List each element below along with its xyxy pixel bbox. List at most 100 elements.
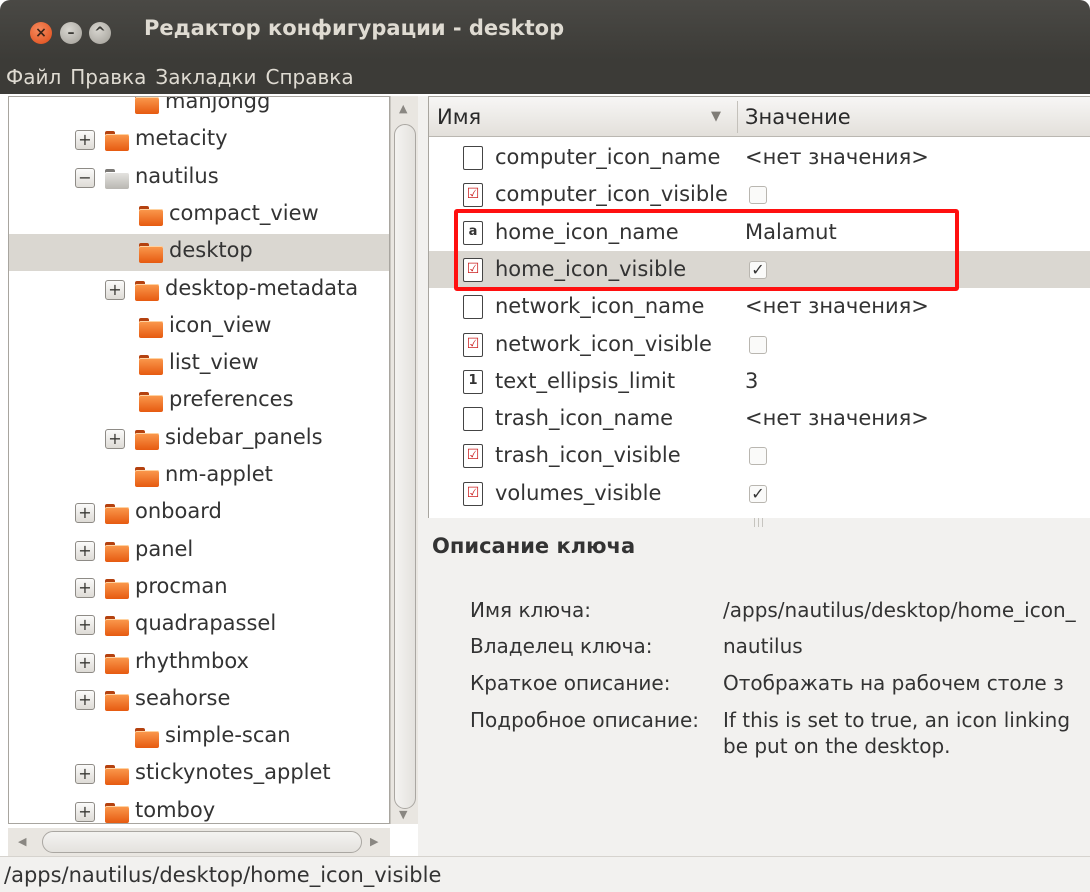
- string-key-icon: [463, 295, 483, 320]
- key-name: computer_icon_visible: [495, 182, 728, 207]
- expand-icon[interactable]: +: [105, 279, 125, 300]
- tree-item-seahorse[interactable]: + seahorse: [9, 682, 389, 719]
- menu-edit[interactable]: Правка: [70, 65, 146, 89]
- pane-splitter[interactable]: [418, 96, 428, 856]
- tree-item-tomboy[interactable]: + tomboy: [9, 794, 389, 823]
- tree-horizontal-scroll-thumb[interactable]: [42, 831, 362, 853]
- collapse-icon[interactable]: −: [75, 167, 95, 188]
- tree-item-desktop[interactable]: desktop: [9, 234, 389, 272]
- key-value[interactable]: <нет значения>: [745, 145, 929, 169]
- key-row-volumes_visible[interactable]: ☑ volumes_visible ✓: [429, 475, 1090, 512]
- key-row-trash_icon_visible[interactable]: ☑ trash_icon_visible: [429, 437, 1090, 474]
- tree-item-simple-scan[interactable]: simple-scan: [9, 719, 389, 756]
- folder-icon: [135, 467, 159, 487]
- tree-item-compact_view[interactable]: compact_view: [9, 197, 389, 234]
- folder-icon: [105, 168, 129, 189]
- menu-help[interactable]: Справка: [266, 65, 354, 89]
- tree-item-stickynotes_applet[interactable]: + stickynotes_applet: [9, 756, 389, 793]
- long-description-value-line1: If this is set to true, an icon linking: [723, 708, 1071, 732]
- tree-item-label: stickynotes_applet: [135, 760, 331, 785]
- tree-vertical-scroll-thumb[interactable]: [394, 124, 416, 809]
- tree-vertical-scrollbar[interactable]: ▲ ▼: [390, 96, 418, 824]
- folder-icon: [105, 578, 129, 599]
- tree-item-label: nm-applet: [165, 462, 273, 486]
- folder-icon: [139, 243, 163, 264]
- key-value-checkbox[interactable]: ✓: [749, 484, 767, 503]
- bool-key-icon: ☑: [463, 332, 483, 357]
- key-value-checkbox[interactable]: [749, 447, 767, 466]
- tree-item-sidebar_panels[interactable]: + sidebar_panels: [9, 421, 389, 458]
- tree-item-mahjongg[interactable]: mahjongg: [9, 97, 389, 122]
- key-list-header: Имя ▼ Значение: [429, 97, 1090, 137]
- expand-icon[interactable]: +: [75, 577, 95, 598]
- sort-arrow-icon: ▼: [711, 109, 721, 124]
- tree-item-label: list_view: [169, 350, 259, 375]
- menu-file[interactable]: Файл: [6, 65, 61, 89]
- expand-icon[interactable]: +: [75, 503, 95, 524]
- tree-item-label: tomboy: [135, 797, 216, 822]
- tree-item-list_view[interactable]: list_view: [9, 346, 389, 383]
- key-name-label: Имя ключа:: [470, 598, 591, 622]
- tree-item-panel[interactable]: + panel: [9, 533, 389, 570]
- column-name-header[interactable]: Имя: [437, 105, 481, 129]
- tree-item-label: seahorse: [135, 685, 231, 710]
- long-description-value-line2: be put on the desktop.: [723, 734, 951, 758]
- scroll-right-arrow-icon[interactable]: ▶: [370, 835, 378, 848]
- minimize-window-button[interactable]: –: [60, 22, 82, 44]
- tree-item-metacity[interactable]: + metacity: [9, 122, 389, 159]
- expand-icon[interactable]: +: [75, 764, 95, 785]
- tree-item-preferences[interactable]: preferences: [9, 383, 389, 420]
- tree-item-label: desktop: [169, 238, 253, 263]
- column-divider[interactable]: [737, 101, 738, 133]
- directory-tree[interactable]: mahjongg + metacity − nautilus compact_viewde…: [8, 96, 390, 824]
- maximize-window-button[interactable]: ^: [89, 22, 111, 44]
- long-description-label: Подробное описание:: [470, 708, 700, 732]
- tree-item-procman[interactable]: + procman: [9, 570, 389, 607]
- folder-icon: [105, 765, 129, 786]
- short-description-label: Краткое описание:: [470, 671, 671, 695]
- tree-item-nm-applet[interactable]: nm-applet: [9, 458, 389, 495]
- tree-item-nautilus[interactable]: − nautilus: [9, 160, 389, 197]
- expand-icon[interactable]: +: [75, 689, 95, 710]
- key-value[interactable]: 3: [745, 369, 758, 393]
- menu-bookmarks[interactable]: Закладки: [155, 65, 256, 89]
- key-name: text_ellipsis_limit: [495, 368, 676, 393]
- bool-key-icon: ☑: [463, 444, 483, 469]
- key-list[interactable]: Имя ▼ Значение computer_icon_name <нет зн…: [428, 96, 1090, 518]
- expand-icon[interactable]: +: [75, 652, 95, 673]
- key-row-computer_icon_name[interactable]: computer_icon_name <нет значения>: [429, 139, 1090, 176]
- column-value-header[interactable]: Значение: [745, 105, 851, 129]
- tree-item-label: simple-scan: [165, 723, 291, 748]
- close-window-button[interactable]: ×: [30, 22, 52, 44]
- expand-icon[interactable]: +: [75, 540, 95, 561]
- key-row-trash_icon_name[interactable]: trash_icon_name <нет значения>: [429, 400, 1090, 437]
- key-value[interactable]: <нет значения>: [745, 406, 929, 430]
- key-row-network_icon_visible[interactable]: ☑ network_icon_visible: [429, 326, 1090, 363]
- resize-grip-icon[interactable]: |||: [753, 518, 765, 528]
- tree-horizontal-scrollbar[interactable]: ◀ ▶: [8, 828, 390, 856]
- scroll-down-arrow-icon[interactable]: ▼: [399, 808, 407, 821]
- tree-item-rhythmbox[interactable]: + rhythmbox: [9, 645, 389, 682]
- int-key-icon: 1: [463, 369, 483, 394]
- tree-item-label: panel: [135, 536, 194, 561]
- scroll-left-arrow-icon[interactable]: ◀: [18, 835, 26, 848]
- expand-icon[interactable]: +: [75, 615, 95, 636]
- tree-item-desktop-metadata[interactable]: + desktop-metadata: [9, 272, 389, 309]
- key-value-checkbox[interactable]: [749, 186, 767, 205]
- tree-item-onboard[interactable]: + onboard: [9, 495, 389, 532]
- key-row-text_ellipsis_limit[interactable]: 1 text_ellipsis_limit 3: [429, 363, 1090, 400]
- expand-icon[interactable]: +: [75, 130, 95, 151]
- scroll-up-arrow-icon[interactable]: ▲: [399, 102, 407, 115]
- key-value[interactable]: <нет значения>: [745, 294, 929, 318]
- status-bar: /apps/nautilus/desktop/home_icon_visible: [0, 856, 1090, 892]
- key-row-network_icon_name[interactable]: network_icon_name <нет значения>: [429, 288, 1090, 325]
- tree-item-icon_view[interactable]: icon_view: [9, 309, 389, 346]
- expand-icon[interactable]: +: [105, 428, 125, 449]
- tree-item-quadrapassel[interactable]: + quadrapassel: [9, 607, 389, 644]
- tree-item-label: sidebar_panels: [165, 424, 323, 449]
- expand-icon[interactable]: +: [75, 801, 95, 822]
- folder-icon: [139, 355, 163, 376]
- key-row-computer_icon_visible[interactable]: ☑ computer_icon_visible: [429, 176, 1090, 213]
- short-description-value: Отображать на рабочем столе з: [723, 671, 1064, 695]
- key-value-checkbox[interactable]: [749, 335, 767, 354]
